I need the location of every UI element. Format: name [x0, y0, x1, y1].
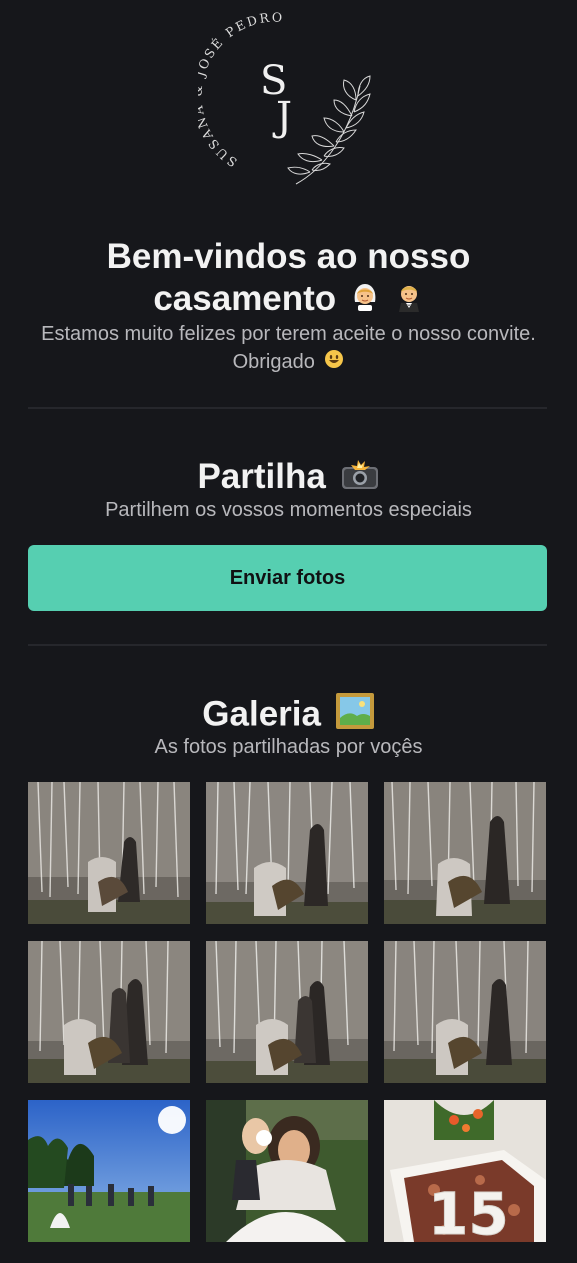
section-divider [28, 407, 547, 409]
framed-picture-icon [335, 692, 375, 740]
camera-flash-icon [340, 458, 380, 500]
monogram-logo-icon: SUSANA & JOSÉ PEDRO S J [198, 12, 371, 185]
gallery-title-text: Galeria [202, 694, 321, 734]
gallery-photo[interactable] [28, 1100, 190, 1242]
cake-number-15: 15 [428, 1180, 509, 1242]
gallery-photo[interactable] [28, 941, 190, 1083]
welcome-title: Bem-vindos ao nosso casamento [40, 236, 537, 322]
groom-emoji-icon [394, 280, 424, 322]
smiley-emoji-icon [324, 349, 344, 377]
share-title: Partilha [0, 456, 577, 500]
gallery-photo[interactable] [206, 782, 368, 924]
share-title-text: Partilha [197, 457, 326, 496]
gallery-photo[interactable] [384, 782, 546, 924]
gallery-photo[interactable] [28, 782, 190, 924]
photo-gallery-grid: 15 [28, 782, 547, 1242]
bride-emoji-icon [350, 280, 380, 322]
gallery-photo[interactable] [384, 941, 546, 1083]
gallery-title: Galeria [0, 692, 577, 740]
wedding-logo: SUSANA & JOSÉ PEDRO S J [198, 12, 380, 194]
share-subtitle: Partilhem os vossos momentos especiais [105, 499, 472, 521]
welcome-subtitle-text: Estamos muito felizes por terem aceite o… [41, 323, 536, 373]
gallery-photo[interactable]: 15 [384, 1100, 546, 1242]
gallery-subtitle: As fotos partilhadas por voçês [154, 736, 423, 758]
gallery-photo[interactable] [206, 941, 368, 1083]
welcome-subtitle: Estamos muito felizes por terem aceite o… [40, 320, 537, 377]
olive-branch-icon [287, 75, 371, 185]
send-photos-button[interactable]: Enviar fotos [28, 545, 547, 611]
section-divider [28, 644, 547, 646]
gallery-photo[interactable] [206, 1100, 368, 1242]
